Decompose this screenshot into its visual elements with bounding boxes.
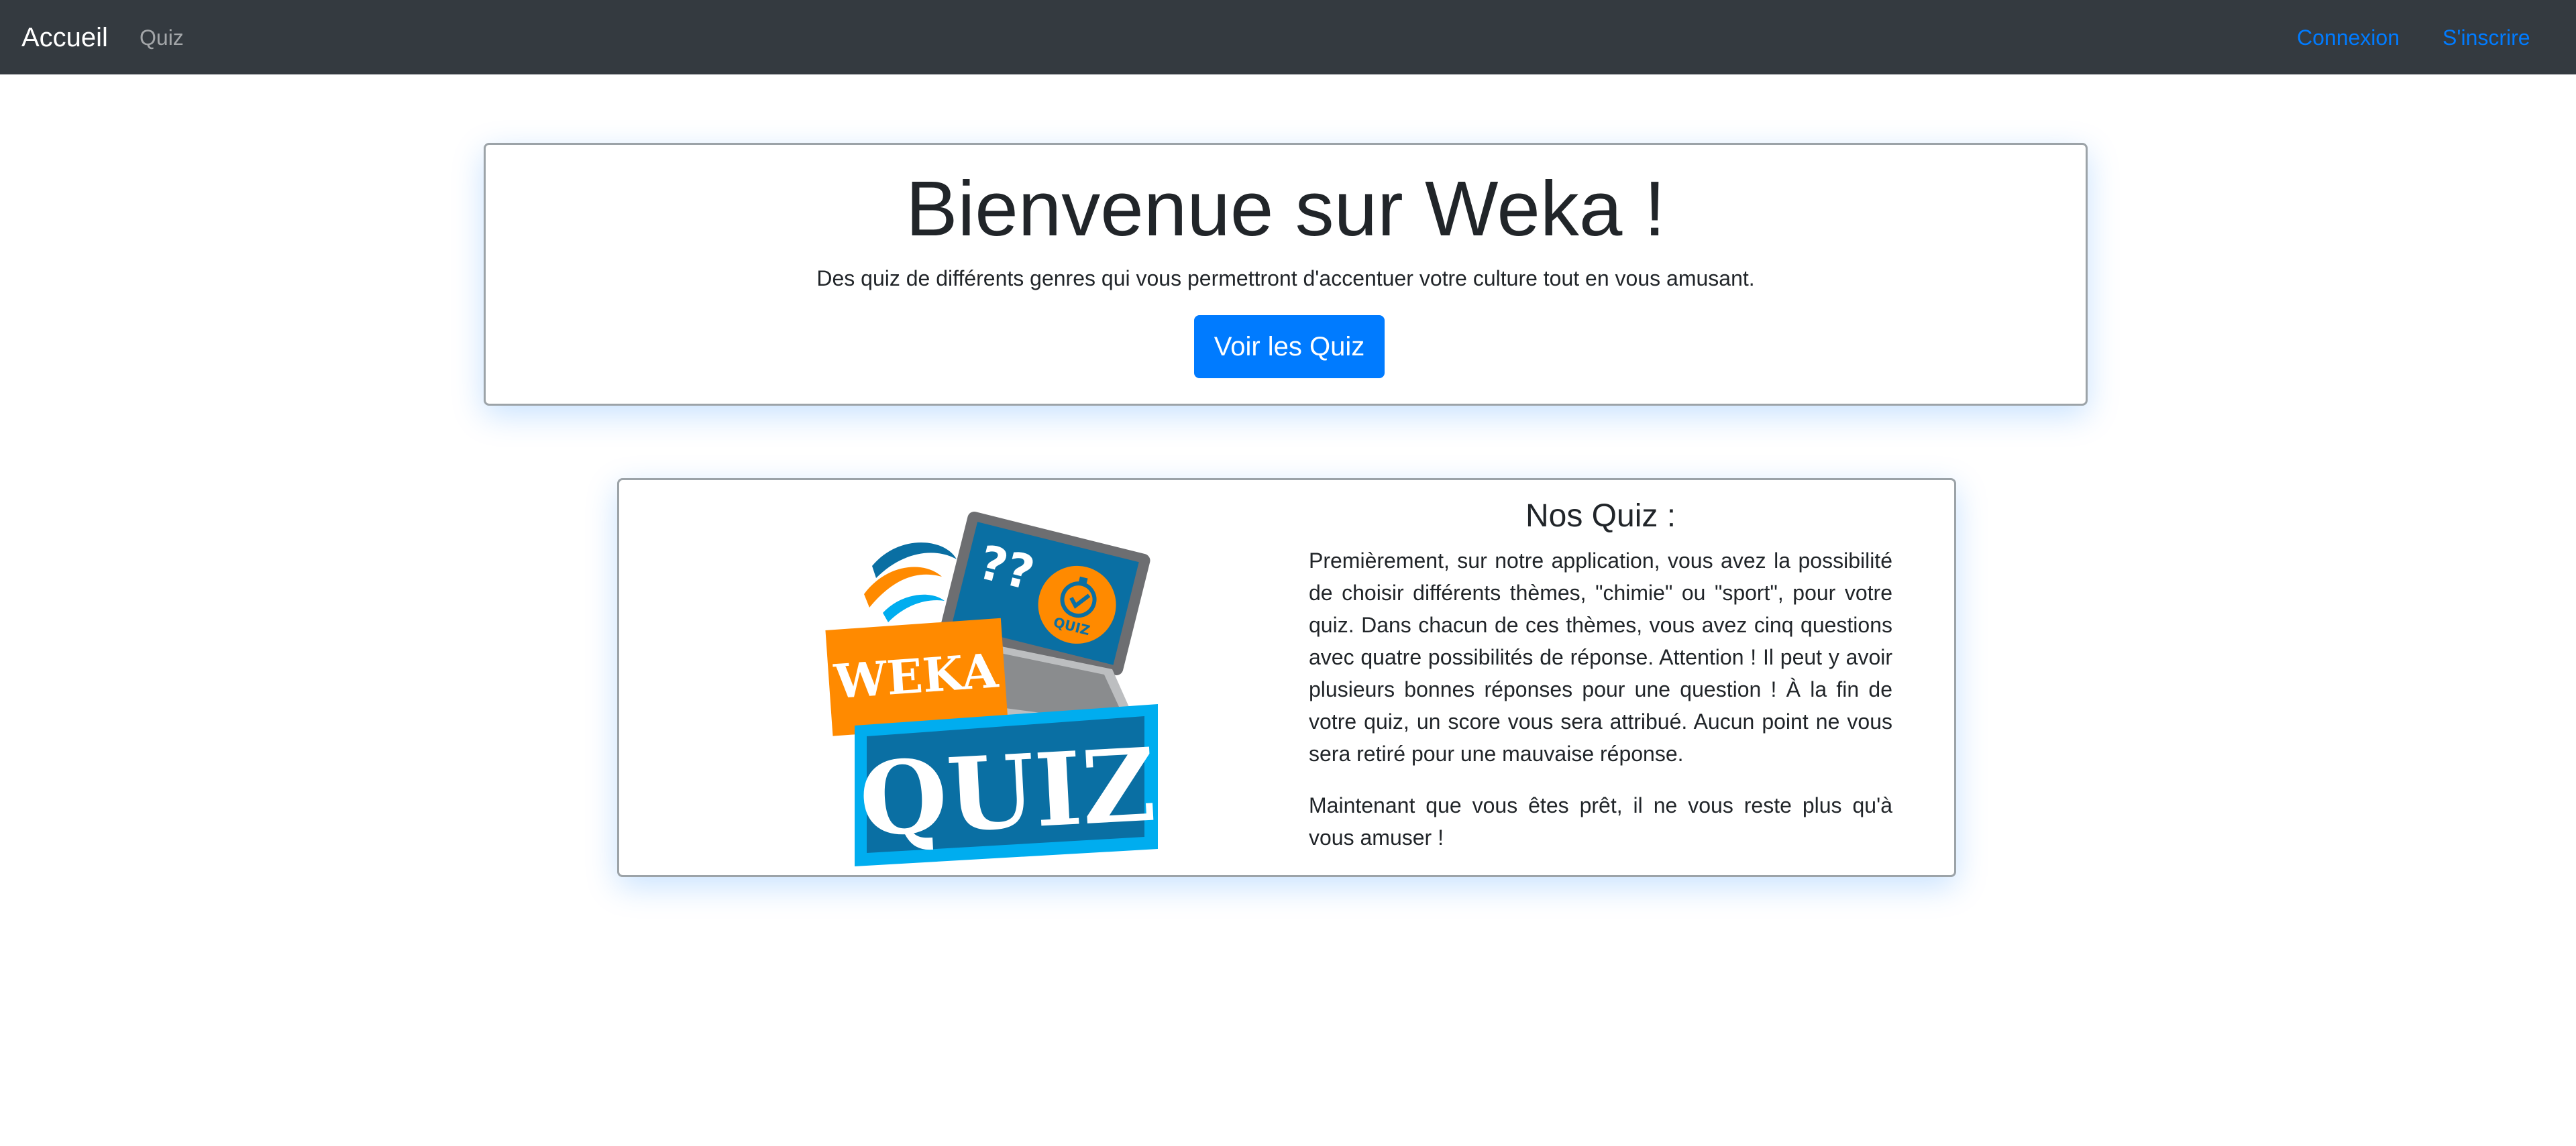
nav-link-connexion[interactable]: Connexion [2297, 23, 2400, 52]
welcome-subtitle: Des quiz de différents genres qui vous p… [816, 266, 1755, 290]
nav-link-sinscrire[interactable]: S'inscrire [2443, 23, 2530, 52]
quiz-info-card: ?? QUIZ WEKA QUIZ Nos Quiz : Premièremen… [617, 478, 1956, 877]
top-navbar: Accueil Quiz Connexion S'inscrire [0, 0, 2576, 74]
logo-weka-text: WEKA [832, 642, 1001, 709]
welcome-title: Bienvenue sur Weka ! [906, 165, 1666, 252]
quiz-info-paragraph-1: Premièrement, sur notre application, vou… [1309, 549, 1892, 766]
nav-brand-accueil[interactable]: Accueil [21, 19, 108, 56]
quiz-info-title: Nos Quiz : [1525, 498, 1676, 534]
weka-quiz-logo-icon: ?? QUIZ WEKA QUIZ [825, 511, 1159, 866]
view-quiz-button[interactable]: Voir les Quiz [1194, 315, 1385, 378]
nav-link-quiz[interactable]: Quiz [140, 23, 184, 52]
logo-swoosh-lightblue [883, 594, 945, 622]
welcome-jumbotron: Bienvenue sur Weka ! Des quiz de différe… [484, 143, 2088, 406]
logo-quiz-text: QUIZ [857, 726, 1159, 860]
quiz-info-paragraph-2: Maintenant que vous êtes prêt, il ne vou… [1309, 793, 1892, 850]
